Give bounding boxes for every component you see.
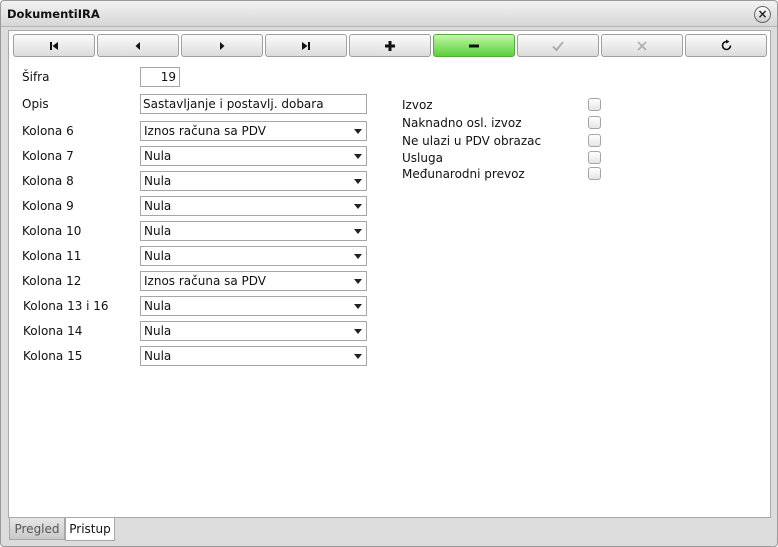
last-icon: [302, 41, 310, 50]
izvoz-label: Izvoz: [402, 98, 433, 112]
kolona-15-select[interactable]: Nula: [140, 346, 367, 366]
kolona-13-16-label: Kolona 13 i 16: [23, 299, 109, 313]
chevron-down-icon: [350, 347, 366, 365]
kolona-8-value: Nula: [144, 174, 172, 188]
prev-icon: [135, 41, 140, 50]
kolona-6-select[interactable]: Iznos računa sa PDV: [140, 121, 367, 141]
kolona-7-value: Nula: [144, 149, 172, 163]
kolona-13-16-value: Nula: [144, 299, 172, 313]
plus-icon: [385, 40, 395, 51]
dokumenti-ira-window: DokumentiIRA × Šifra 19 Opis Sastavljanj…: [0, 0, 778, 547]
opis-input[interactable]: [140, 94, 367, 114]
kolona-6-label: Kolona 6: [22, 124, 74, 138]
chevron-down-icon: [350, 247, 366, 265]
chevron-down-icon: [350, 147, 366, 165]
chevron-down-icon: [350, 172, 366, 190]
kolona-10-value: Nula: [144, 224, 172, 238]
naknadno-osl-izvoz-checkbox[interactable]: [588, 116, 601, 129]
usluga-checkbox[interactable]: [588, 151, 601, 164]
x-icon: [637, 40, 647, 51]
next-icon: [220, 41, 225, 50]
kolona-8-label: Kolona 8: [22, 174, 74, 188]
last-record-button[interactable]: [265, 34, 347, 57]
refresh-button[interactable]: [685, 34, 767, 57]
ne-ulazi-u-pdv-checkbox[interactable]: [588, 134, 601, 147]
kolona-6-value: Iznos računa sa PDV: [144, 124, 267, 138]
previous-record-button[interactable]: [97, 34, 179, 57]
check-icon: [552, 40, 564, 51]
kolona-13-16-select[interactable]: Nula: [140, 296, 367, 316]
izvoz-checkbox[interactable]: [588, 98, 601, 111]
kolona-7-label: Kolona 7: [22, 149, 74, 163]
chevron-down-icon: [350, 197, 366, 215]
refresh-icon: [721, 39, 731, 51]
medjunarodni-prevoz-label: Međunarodni prevoz: [402, 167, 525, 181]
next-record-button[interactable]: [181, 34, 263, 57]
chevron-down-icon: [350, 122, 366, 140]
close-button[interactable]: ×: [754, 6, 771, 23]
kolona-10-label: Kolona 10: [22, 224, 82, 238]
tab-pristup-label: Pristup: [69, 522, 111, 536]
chevron-down-icon: [350, 297, 366, 315]
sifra-input[interactable]: [140, 67, 180, 87]
window-title: DokumentiIRA: [7, 7, 100, 21]
first-icon: [50, 41, 58, 50]
naknadno-osl-izvoz-label: Naknadno osl. izvoz: [402, 116, 522, 130]
opis-label: Opis: [22, 97, 49, 111]
kolona-9-label: Kolona 9: [22, 199, 74, 213]
kolona-12-value: Iznos računa sa PDV: [144, 274, 267, 288]
first-record-button[interactable]: [13, 34, 95, 57]
kolona-15-value: Nula: [144, 349, 172, 363]
kolona-8-select[interactable]: Nula: [140, 171, 367, 191]
ne-ulazi-u-pdv-label: Ne ulazi u PDV obrazac: [402, 134, 542, 148]
usluga-label: Usluga: [402, 151, 443, 165]
confirm-button[interactable]: [517, 34, 599, 57]
chevron-down-icon: [350, 322, 366, 340]
main-panel: Šifra Opis Kolona 6 Iznos računa sa PDV …: [8, 30, 771, 518]
kolona-10-select[interactable]: Nula: [140, 221, 367, 241]
kolona-9-value: Nula: [144, 199, 172, 213]
kolona-7-select[interactable]: Nula: [140, 146, 367, 166]
medjunarodni-prevoz-checkbox[interactable]: [588, 167, 601, 180]
sifra-label: Šifra: [22, 70, 50, 84]
kolona-9-select[interactable]: Nula: [140, 196, 367, 216]
kolona-12-label: Kolona 12: [22, 274, 82, 288]
kolona-12-select[interactable]: Iznos računa sa PDV: [140, 271, 367, 291]
kolona-11-label: Kolona 11: [22, 249, 82, 263]
kolona-15-label: Kolona 15: [23, 349, 83, 363]
kolona-14-label: Kolona 14: [23, 324, 83, 338]
kolona-11-value: Nula: [144, 249, 172, 263]
kolona-11-select[interactable]: Nula: [140, 246, 367, 266]
chevron-down-icon: [350, 222, 366, 240]
tab-pregled[interactable]: Pregled: [9, 518, 65, 540]
delete-record-button[interactable]: [433, 34, 515, 57]
cancel-button[interactable]: [601, 34, 683, 57]
kolona-14-select[interactable]: Nula: [140, 321, 367, 341]
tab-pristup[interactable]: Pristup: [65, 518, 115, 541]
kolona-14-value: Nula: [144, 324, 172, 338]
tab-pregled-label: Pregled: [14, 521, 60, 536]
minus-icon: [469, 44, 479, 47]
add-record-button[interactable]: [349, 34, 431, 57]
close-icon: ×: [757, 7, 768, 21]
chevron-down-icon: [350, 272, 366, 290]
title-bar[interactable]: DokumentiIRA ×: [1, 1, 777, 27]
